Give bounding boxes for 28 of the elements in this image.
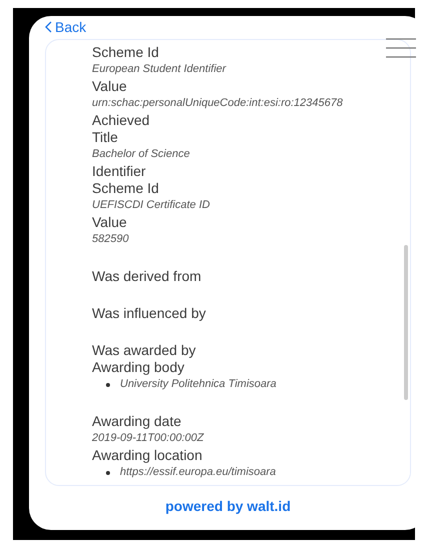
bullet-icon [106,382,110,386]
section-label: Was influenced by [92,305,207,322]
section-label: Was derived from [92,268,202,285]
field-label: Scheme Id [92,180,160,197]
field-value: urn:schac:personalUniqueCode:int:esi:ro:12345678 [92,96,344,111]
field-label: Achieved [92,112,151,129]
back-link[interactable]: Back [45,18,86,36]
field-label: Identifier [92,163,147,180]
field-label: Value [92,78,128,95]
section-label: Was awarded by [92,342,197,359]
field-value: University Politehnica Timisoara [120,377,276,392]
section-label: Awarding date [92,413,182,430]
field-label: Value [92,214,128,231]
field-value: Bachelor of Science [92,147,191,162]
field-value: UEFISCDI Certificate ID [92,198,211,213]
field-label: Scheme Id [92,44,160,61]
field-value: https://essif.europa.eu/timisoara [120,465,276,480]
field-label: Awarding location [92,447,204,464]
chevron-left-icon [45,21,52,33]
field-label: Awarding body [92,359,186,376]
bullet-icon [106,470,110,474]
powered-by-link[interactable]: powered by walt.id [165,498,291,514]
field-value: European Student Identifier [92,62,228,77]
menu-icon[interactable] [386,38,416,58]
field-value: 582590 [92,232,130,247]
field-value: 2019-09-11T00:00:00Z [92,431,205,446]
field-label: Title [92,129,119,146]
scrollbar-thumb[interactable] [404,245,408,400]
